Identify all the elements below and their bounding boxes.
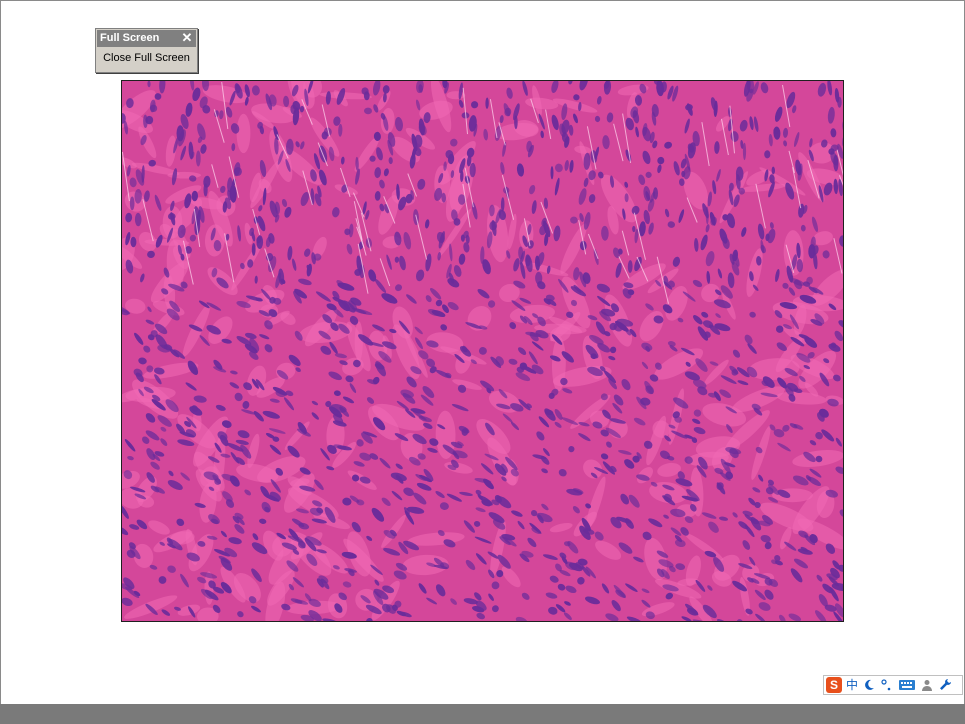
micrograph-image <box>121 80 844 622</box>
close-icon[interactable]: ✕ <box>180 31 194 45</box>
ime-mode-toggle[interactable]: 中 <box>846 677 858 693</box>
fullscreen-toolbar: Full Screen ✕ Close Full Screen <box>95 28 198 73</box>
user-icon[interactable] <box>920 678 934 692</box>
wrench-icon[interactable] <box>938 678 952 692</box>
moon-icon[interactable] <box>862 678 876 692</box>
taskbar <box>0 704 965 724</box>
ime-toolbar: S 中 <box>823 675 963 695</box>
fullscreen-toolbar-title-text: Full Screen <box>100 32 160 44</box>
ime-logo-icon[interactable]: S <box>826 677 842 693</box>
micrograph-graphic <box>122 81 843 621</box>
fullscreen-toolbar-title: Full Screen ✕ <box>97 30 196 47</box>
close-fullscreen-button[interactable]: Close Full Screen <box>99 49 194 68</box>
keyboard-icon[interactable] <box>898 678 916 692</box>
punctuation-icon[interactable] <box>880 678 894 692</box>
